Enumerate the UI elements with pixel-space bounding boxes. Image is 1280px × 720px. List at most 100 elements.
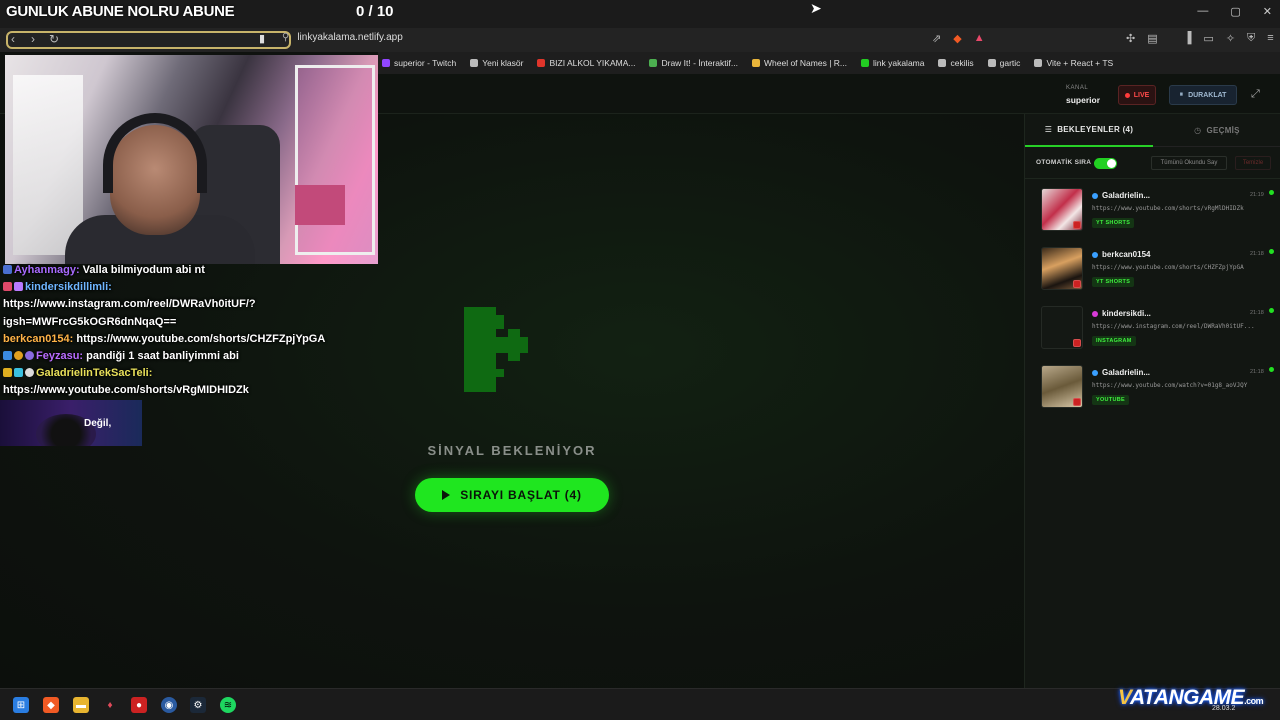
tab-waiting-label: BEKLEYENLER (4) [1057, 125, 1134, 134]
bookmark-item[interactable]: superior - Twitch [382, 58, 456, 68]
reload-icon[interactable]: ↻ [49, 32, 59, 46]
chat-message: Feyzasu: pandiği 1 saat banliyimmi abi [3, 348, 383, 365]
bookmark-item[interactable]: Vite + React + TS [1034, 58, 1113, 68]
gift-badge-icon [14, 282, 23, 292]
live-label: LIVE [1133, 91, 1150, 99]
queue-username: kindersikdi... [1102, 309, 1151, 318]
watermark-v: V [1118, 686, 1130, 709]
back-icon[interactable]: ‹ [11, 32, 15, 46]
queue-username: berkcan0154 [1102, 250, 1151, 259]
tab-history[interactable]: ◷ GEÇMİŞ [1153, 114, 1280, 147]
media-icon[interactable]: ▤ [1147, 32, 1157, 45]
clear-button[interactable]: Temizle [1235, 156, 1271, 170]
live-button[interactable]: LIVE [1118, 85, 1156, 105]
online-dot-icon [1269, 249, 1274, 254]
bookmark-label: Vite + React + TS [1046, 58, 1114, 68]
brave-browser-icon[interactable]: ◆ [43, 697, 59, 713]
start-queue-button[interactable]: SIRAYI BAŞLAT (4) [415, 478, 609, 512]
chat-text: https://www.youtube.com/shorts/vRgMIDHID… [3, 384, 249, 397]
url-field[interactable]: ⚲ linkyakalama.netlify.app [282, 32, 403, 43]
brave-shield-icon[interactable]: ◆ [953, 32, 961, 45]
file-explorer-icon[interactable]: ▬ [73, 697, 89, 713]
queue-user: berkcan0154 [1092, 250, 1150, 259]
chat-username: Ayhanmagy: [14, 264, 80, 276]
platform-dot-icon [1092, 192, 1098, 199]
pin-app-icon[interactable]: ♦ [102, 697, 118, 713]
queue-time: 21:18 [1250, 251, 1264, 257]
queue-tag: YT SHORTS [1092, 218, 1135, 228]
toolbar-icons: ✣ ▤ ▐ ▭ ✧ ⛨ ≡ [1126, 32, 1274, 45]
mouse-cursor-icon: ➤ [810, 0, 822, 16]
url-text: linkyakalama.netlify.app [297, 32, 403, 43]
signal-status: SİNYAL BEKLENİYOR [427, 443, 597, 458]
extensions-icon[interactable]: ✣ [1126, 32, 1135, 45]
globe-app-icon[interactable]: ◉ [161, 697, 177, 713]
watermark-logo: VATANGAME.com [1118, 686, 1264, 710]
bookmark-label: superior - Twitch [394, 58, 457, 68]
chat-text: Valla bilmiyodum abi nt [79, 264, 205, 276]
auto-queue-toggle[interactable] [1094, 158, 1117, 169]
vpn-icon[interactable]: ⛨ [1247, 32, 1255, 45]
rewards-icon[interactable]: ▲ [974, 32, 985, 45]
leo-icon[interactable]: ✧ [1226, 32, 1235, 45]
crown-badge-icon [3, 368, 12, 378]
queue-thumbnail [1041, 188, 1083, 231]
window-controls: — ▢ ✕ [1197, 5, 1272, 18]
bookmark-item[interactable]: cekilis [938, 58, 974, 68]
queue-item[interactable]: Galadrielin... 21:19 https://www.youtube.c… [1037, 184, 1275, 236]
queue-item[interactable]: kindersikdi... 21:18 https://www.instagram… [1037, 302, 1275, 354]
auto-queue-label: OTOMATİK SIRA [1036, 159, 1092, 166]
chat-message: kindersikdillimli: [3, 279, 383, 296]
platform-dot-icon [1092, 310, 1098, 317]
bookmark-item[interactable]: BIZI ALKOL YIKAMA... [537, 58, 635, 68]
site-info-icon[interactable]: ⚲ [282, 32, 289, 43]
forward-icon[interactable]: › [31, 32, 35, 46]
queue-item[interactable]: berkcan0154 21:18 https://www.youtube.com/… [1037, 243, 1275, 295]
queue-user: kindersikdi... [1092, 309, 1151, 318]
maximize-icon[interactable]: ▢ [1230, 5, 1240, 18]
bookmark-item[interactable]: link yakalama [860, 58, 925, 68]
bookmark-icon[interactable]: ▮ [259, 32, 265, 45]
tab-waiting[interactable]: ☰ BEKLEYENLER (4) [1025, 114, 1153, 147]
bookmark-favicon-icon [987, 59, 996, 67]
pause-button[interactable]: ⏸ DURAKLAT [1169, 85, 1237, 105]
bookmark-item[interactable]: Draw It! - İnteraktif... [649, 58, 738, 68]
bookmark-item[interactable]: Wheel of Names | R... [752, 58, 847, 68]
app-logo-icon [464, 307, 528, 392]
queue-item[interactable]: Galadrielin... 21:18 https://www.youtube.c… [1037, 361, 1275, 413]
mod-badge-icon [3, 351, 12, 361]
menu-icon[interactable]: ≡ [1267, 32, 1273, 45]
platform-icon [1073, 339, 1081, 347]
stream-chat: Ayhanmagy: Valla bilmiyodum abi nt kinde… [3, 262, 383, 400]
chat-message: GaladrielinTekSacTeli: [3, 365, 383, 382]
close-icon[interactable]: ✕ [1263, 5, 1272, 18]
bookmark-favicon-icon [382, 59, 390, 67]
queue-panel: ☰ BEKLEYENLER (4) ◷ GEÇMİŞ OTOMATİK SIRA… [1024, 114, 1280, 688]
bookmarks-bar: superior - Twitch Yeni klasör BIZI ALKOL Y… [378, 52, 1280, 74]
spotify-icon[interactable]: ≋ [220, 697, 236, 713]
bookmark-label: Draw It! - İnteraktif... [661, 58, 738, 68]
share-icon[interactable]: ⇗ [932, 32, 941, 45]
bookmark-item[interactable]: gartic [987, 58, 1020, 68]
bookmark-item[interactable]: Yeni klasör [470, 58, 523, 68]
taskbar-date: 28.03.2 [1212, 705, 1236, 712]
popout-icon[interactable]: ⤢ [1251, 88, 1260, 101]
sidebar-icon[interactable]: ▐ [1184, 32, 1192, 45]
bookmark-label: link yakalama [872, 58, 925, 68]
bookmark-favicon-icon [470, 59, 479, 67]
chat-text: igsh=MWFrcG5kOGR6dnNqaQ== [3, 315, 177, 328]
tab-history-label: GEÇMİŞ [1206, 125, 1240, 135]
queue-url: https://www.instagram.com/reel/DWRaVh0it… [1092, 323, 1255, 330]
chat-username: kindersikdillimli: [25, 281, 112, 294]
steam-icon[interactable]: ⚙ [190, 697, 206, 713]
windows-start-icon[interactable]: ⊞ [13, 697, 29, 713]
wallet-icon[interactable]: ▭ [1203, 32, 1213, 45]
channel-label: KANAL [1066, 85, 1089, 91]
online-dot-icon [1269, 308, 1274, 313]
sub-badge-icon [3, 265, 12, 274]
mark-all-read-button[interactable]: Tümünü Okundu Say [1151, 156, 1227, 170]
start-queue-label: SIRAYI BAŞLAT (4) [460, 488, 582, 502]
minimize-icon[interactable]: — [1197, 5, 1208, 18]
queue-tag: INSTAGRAM [1092, 336, 1136, 346]
record-app-icon[interactable]: ● [131, 697, 147, 713]
